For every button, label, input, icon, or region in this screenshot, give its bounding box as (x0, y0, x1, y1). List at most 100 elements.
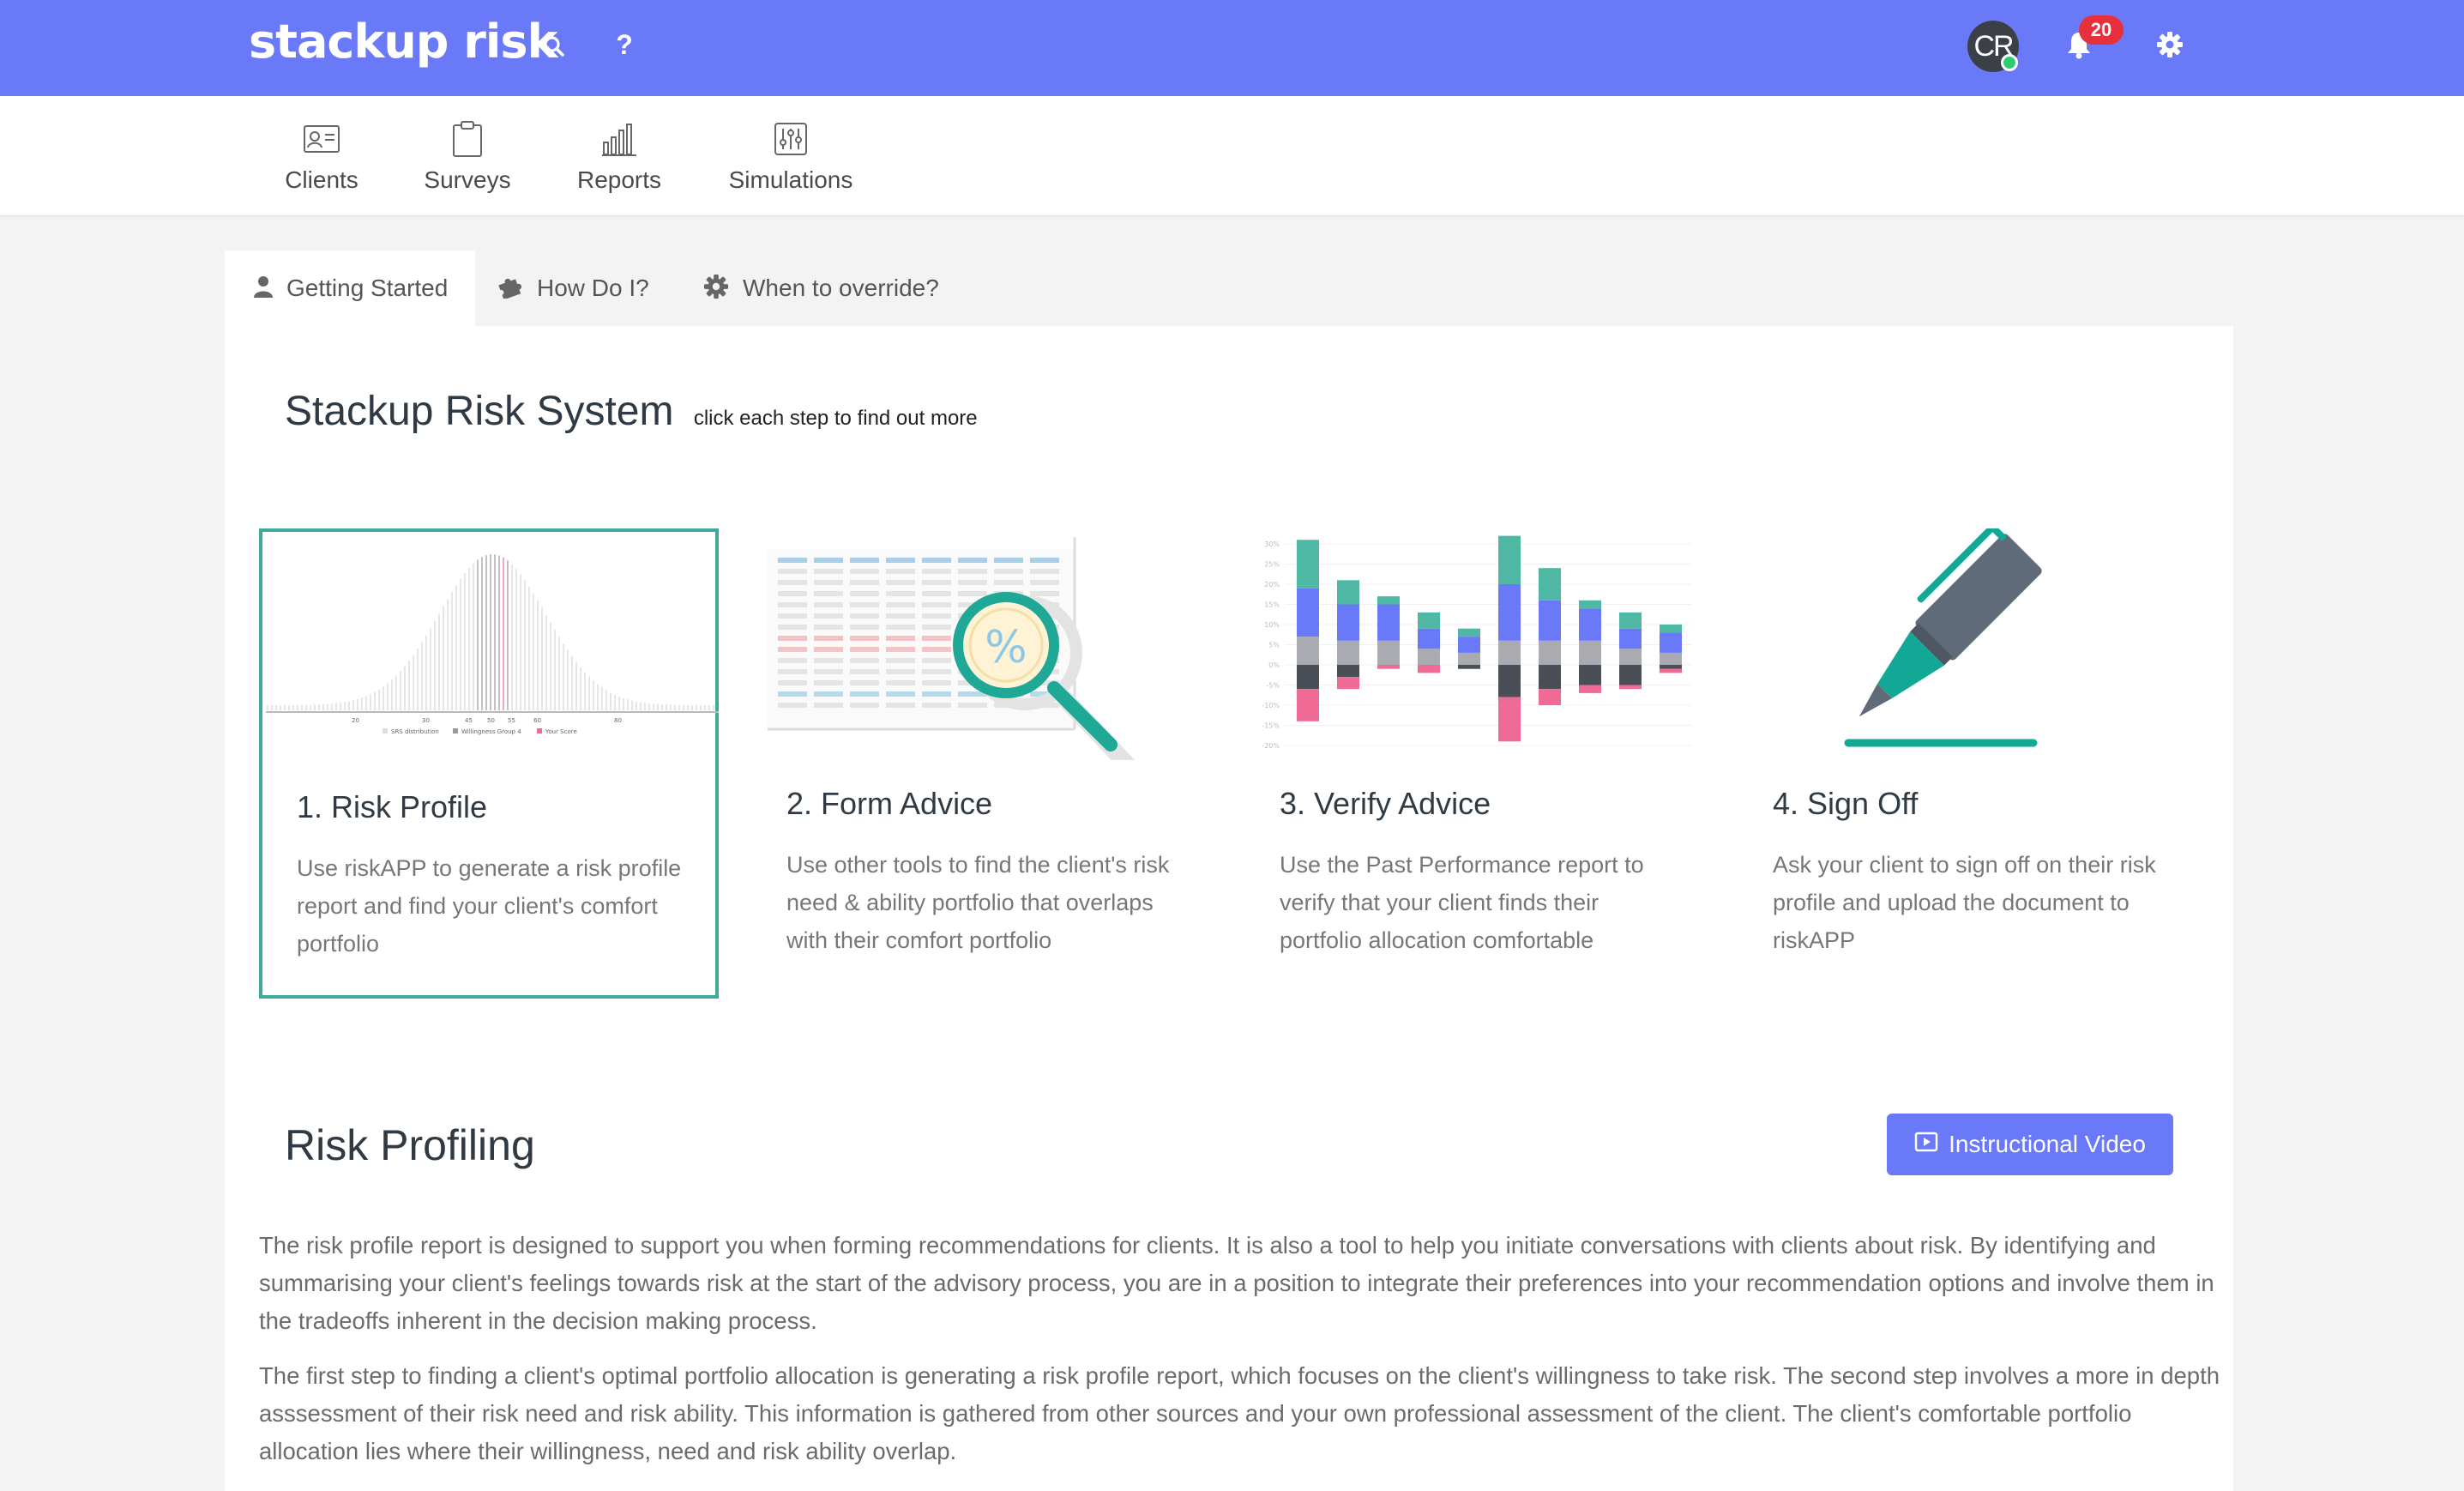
table-cell (958, 591, 987, 596)
search-icon[interactable] (539, 31, 569, 62)
step-title: 4. Sign Off (1773, 786, 1919, 821)
table-cell (814, 602, 843, 607)
bell-curve-illustration: 20 30 45 50 55 60 80 SRS distribution Wi… (266, 554, 719, 735)
table-cell (778, 658, 807, 663)
table-cell (994, 569, 1023, 574)
bar-segment (1660, 665, 1682, 669)
table-cell (814, 680, 843, 685)
bar-segment (1579, 640, 1601, 665)
bar-segment (1418, 628, 1440, 649)
bar-segment (1539, 689, 1561, 705)
table-cell (814, 591, 843, 596)
step-description: Use other tools to find the client's ris… (786, 852, 1170, 953)
bar-segment (1418, 649, 1440, 665)
table-cell (886, 647, 915, 652)
bar-segment (1458, 652, 1480, 665)
tick-label: 45 (465, 717, 473, 724)
legend-label: Your Score (545, 728, 577, 735)
table-cell (958, 558, 987, 563)
bar-segment (1619, 612, 1642, 629)
bar-segment (1660, 652, 1682, 665)
table-cell (922, 636, 951, 641)
instructional-video-label: Instructional Video (1949, 1131, 2146, 1157)
bar-segment (1660, 632, 1682, 653)
percent-glyph: % (985, 622, 1027, 673)
bar-segment (1579, 600, 1601, 609)
bar-segment (1297, 665, 1319, 690)
table-cell (778, 703, 807, 708)
nav-surveys-label: Surveys (424, 166, 511, 193)
tab-how-do-i[interactable]: How Do I? (497, 251, 649, 326)
nav-clients[interactable]: Clients (283, 118, 360, 204)
table-cell (850, 602, 879, 607)
table-cell (958, 703, 987, 708)
table-cell (886, 658, 915, 663)
axis-label: 30% (1264, 540, 1280, 548)
notification-badge: 20 (2079, 15, 2124, 45)
bar-segment (1337, 640, 1359, 665)
table-cell (850, 558, 879, 563)
table-cell (922, 569, 951, 574)
table-cell (778, 602, 807, 607)
table-cell (994, 580, 1023, 585)
bar-segment (1377, 665, 1400, 669)
table-cell (850, 680, 879, 685)
system-title: Stackup Risk System (285, 389, 674, 434)
table-cell (886, 569, 915, 574)
table-cell (886, 691, 915, 697)
tab-getting-started-label: Getting Started (286, 275, 449, 301)
table-cell (886, 580, 915, 585)
tab-getting-started[interactable]: Getting Started (225, 251, 475, 326)
nav-clients-label: Clients (285, 166, 358, 193)
gear-icon[interactable] (2153, 27, 2187, 62)
table-cell (778, 625, 807, 630)
bar-segment (1660, 668, 1682, 673)
step-description: Use riskAPP to generate a risk profile r… (297, 855, 682, 957)
instructional-video-button[interactable]: Instructional Video (1887, 1114, 2173, 1175)
bar-segment (1498, 640, 1521, 665)
step-risk-profile[interactable]: 20 30 45 50 55 60 80 SRS distribution Wi… (259, 528, 719, 999)
step-verify-advice[interactable]: 30% 25% 20% 15% 10% 5% 0% -5% -10% -15% -20% 3. Ve… (1245, 528, 1705, 999)
brand-logo[interactable]: stackup risk (249, 12, 557, 72)
table-cell (922, 691, 951, 697)
table-cell (850, 647, 879, 652)
nav-reports-label: Reports (576, 166, 662, 193)
table-cell (922, 625, 951, 630)
user-icon (254, 275, 273, 302)
nav-reports[interactable]: Reports (573, 118, 666, 204)
tick-label: 60 (533, 717, 541, 724)
table-cell (778, 669, 807, 674)
stacked-bars-illustration: 30% 25% 20% 15% 10% 5% 0% -5% -10% -15% -20% (1262, 535, 1691, 750)
table-cell (814, 580, 843, 585)
table-cell (814, 658, 843, 663)
step-description: Ask your client to sign off on their ris… (1773, 852, 2156, 953)
table-cell (958, 569, 987, 574)
table-cell (922, 613, 951, 619)
gear-icon (703, 274, 729, 304)
table-cell (814, 647, 843, 652)
table-cell (778, 691, 807, 697)
nav-surveys[interactable]: Surveys (420, 118, 515, 204)
step-title: 2. Form Advice (786, 786, 993, 821)
axis-label: 5% (1268, 642, 1280, 649)
step-sign-off[interactable]: 4. Sign Off Ask your client to sign off … (1738, 528, 2198, 999)
nav-simulations[interactable]: Simulations (726, 118, 856, 204)
bar-segment (1297, 637, 1319, 665)
step-form-advice[interactable]: % 2. Form Advice Use other tools to find… (752, 528, 1212, 999)
help-icon[interactable]: ? (609, 27, 640, 62)
table-cell (778, 647, 807, 652)
bar-segment (1498, 584, 1521, 641)
axis-label: 0% (1268, 661, 1280, 669)
bar-segment (1619, 665, 1642, 685)
tick-label: 30 (422, 717, 430, 724)
online-status-dot (2001, 54, 2018, 71)
bar-segment (1458, 628, 1480, 637)
play-icon (1914, 1131, 1938, 1158)
tab-when-to-override[interactable]: When to override? (703, 251, 939, 326)
table-cell (922, 558, 951, 563)
bar-segment (1337, 665, 1359, 678)
table-cell (886, 703, 915, 708)
table-cell (922, 602, 951, 607)
table-cell (778, 558, 807, 563)
legend-label: SRS distribution (391, 728, 439, 735)
